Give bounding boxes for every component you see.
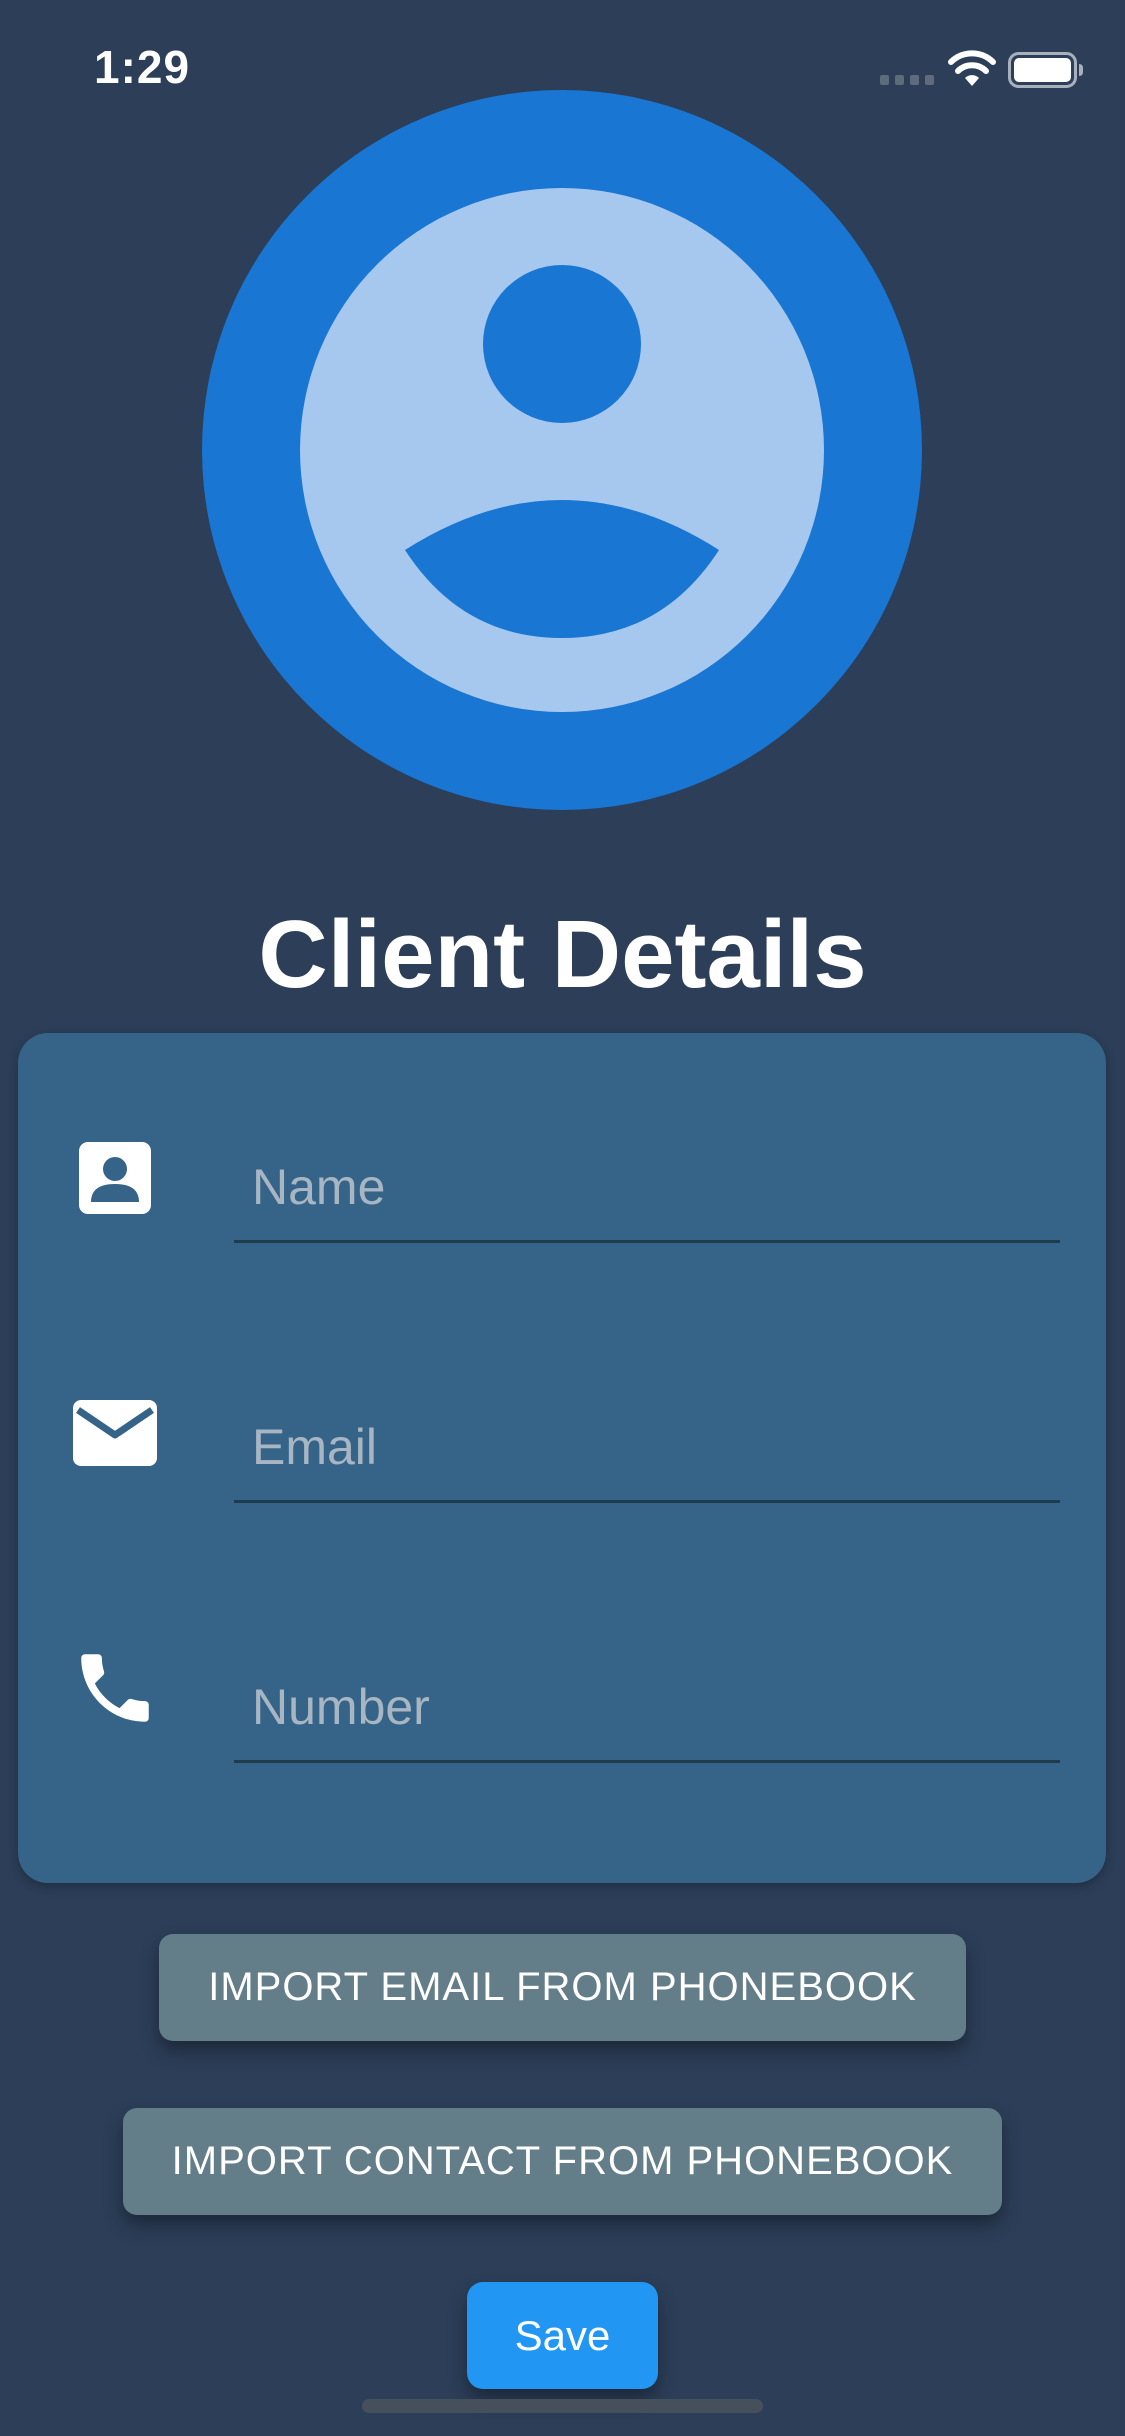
status-time: 1:29 bbox=[94, 41, 191, 93]
name-input[interactable] bbox=[234, 1133, 1060, 1243]
battery-full-icon bbox=[1008, 52, 1083, 88]
import-email-button[interactable]: IMPORT EMAIL FROM PHONEBOOK bbox=[159, 1934, 966, 2041]
number-field-row bbox=[18, 1623, 1106, 1823]
name-field-row bbox=[18, 1103, 1106, 1303]
save-button[interactable]: Save bbox=[467, 2282, 658, 2389]
phone-icon bbox=[81, 1654, 149, 1722]
account-circle-icon bbox=[202, 90, 922, 810]
email-field-row bbox=[18, 1363, 1106, 1563]
page-title: Client Details bbox=[258, 901, 867, 1008]
wifi-icon bbox=[948, 50, 996, 86]
signal-dots-icon bbox=[880, 75, 934, 85]
import-contact-button[interactable]: IMPORT CONTACT FROM PHONEBOOK bbox=[123, 2108, 1002, 2215]
home-indicator bbox=[362, 2399, 763, 2413]
contact-card-icon bbox=[79, 1142, 151, 1214]
number-input[interactable] bbox=[234, 1653, 1060, 1763]
client-form-card bbox=[18, 1033, 1106, 1883]
mail-icon bbox=[73, 1400, 157, 1466]
email-input[interactable] bbox=[234, 1393, 1060, 1503]
